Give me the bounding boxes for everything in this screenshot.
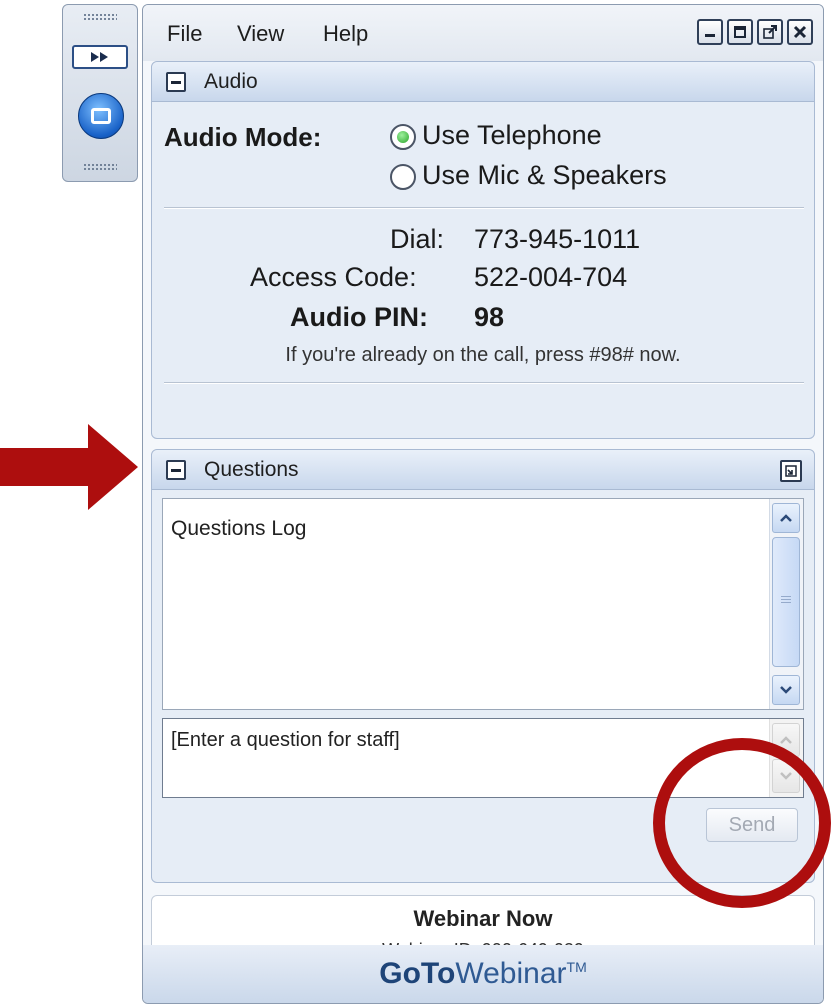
audio-section: Audio Audio Mode: Use Telephone Use Mic … xyxy=(151,61,815,439)
radio-label-mic-speakers[interactable]: Use Mic & Speakers xyxy=(422,160,667,191)
webinar-title: Webinar Now xyxy=(413,906,553,931)
gotowebinar-logo: GoToWebinarTM xyxy=(143,957,823,991)
restore-button[interactable] xyxy=(727,19,753,45)
menu-view[interactable]: View xyxy=(237,21,284,47)
collapse-icon[interactable] xyxy=(166,72,186,92)
brand-tm: TM xyxy=(566,959,587,975)
expand-panel-button[interactable] xyxy=(72,45,128,69)
radio-use-mic-speakers[interactable] xyxy=(390,164,416,190)
brand-bar: GoToWebinarTM xyxy=(143,945,823,1003)
questions-title: Questions xyxy=(204,458,299,481)
menu-help[interactable]: Help xyxy=(323,21,368,47)
close-icon xyxy=(793,25,807,39)
popout-icon xyxy=(763,25,777,39)
audio-title: Audio xyxy=(204,70,258,93)
audio-header: Audio xyxy=(152,62,814,102)
control-grab-tab[interactable] xyxy=(62,4,138,182)
questions-header: Questions xyxy=(152,450,814,490)
question-input-placeholder: [Enter a question for staff] xyxy=(171,729,400,751)
questions-log-scrollbar[interactable] xyxy=(769,499,803,709)
radio-label-telephone[interactable]: Use Telephone xyxy=(422,120,602,151)
grip-icon[interactable] xyxy=(83,13,117,21)
dial-value: 773-945-1011 xyxy=(474,224,641,254)
brand-webinar: Webinar xyxy=(455,957,567,990)
audio-pin-value: 98 xyxy=(474,302,505,332)
window-controls xyxy=(697,19,813,45)
show-my-screen-button[interactable] xyxy=(78,93,124,139)
fast-forward-icon xyxy=(91,52,108,62)
menu-file[interactable]: File xyxy=(167,21,202,47)
questions-log[interactable]: Questions Log xyxy=(162,498,804,710)
annotation-circle xyxy=(653,738,831,908)
scroll-up-icon xyxy=(780,514,792,522)
collapse-icon[interactable] xyxy=(166,460,186,480)
divider xyxy=(164,382,804,384)
scroll-up-button[interactable] xyxy=(772,503,800,533)
minimize-icon xyxy=(705,34,715,37)
restore-icon xyxy=(734,26,746,38)
minimize-button[interactable] xyxy=(697,19,723,45)
show-screen-icon xyxy=(91,108,111,124)
divider xyxy=(164,207,804,209)
access-code-label: Access Code: xyxy=(250,262,417,292)
close-button[interactable] xyxy=(787,19,813,45)
scroll-down-icon xyxy=(780,686,792,694)
menu-bar: File View Help xyxy=(143,5,823,61)
dial-label: Dial: xyxy=(390,224,445,254)
scroll-thumb[interactable] xyxy=(772,537,800,667)
brand-goto: GoTo xyxy=(379,957,456,990)
access-code-value: 522-004-704 xyxy=(474,262,628,292)
questions-popout-button[interactable] xyxy=(780,460,802,482)
audio-note: If you're already on the call, press #98… xyxy=(285,344,681,366)
scroll-down-button[interactable] xyxy=(772,675,800,705)
questions-log-label: Questions Log xyxy=(171,517,307,540)
scroll-up-icon xyxy=(780,736,792,744)
annotation-arrow xyxy=(0,424,138,510)
grip-icon[interactable] xyxy=(83,163,117,171)
radio-use-telephone[interactable] xyxy=(390,124,416,150)
audio-mode-label: Audio Mode: xyxy=(164,122,322,152)
popout-icon xyxy=(785,465,797,477)
audio-pin-label: Audio PIN: xyxy=(290,302,428,332)
popout-button[interactable] xyxy=(757,19,783,45)
